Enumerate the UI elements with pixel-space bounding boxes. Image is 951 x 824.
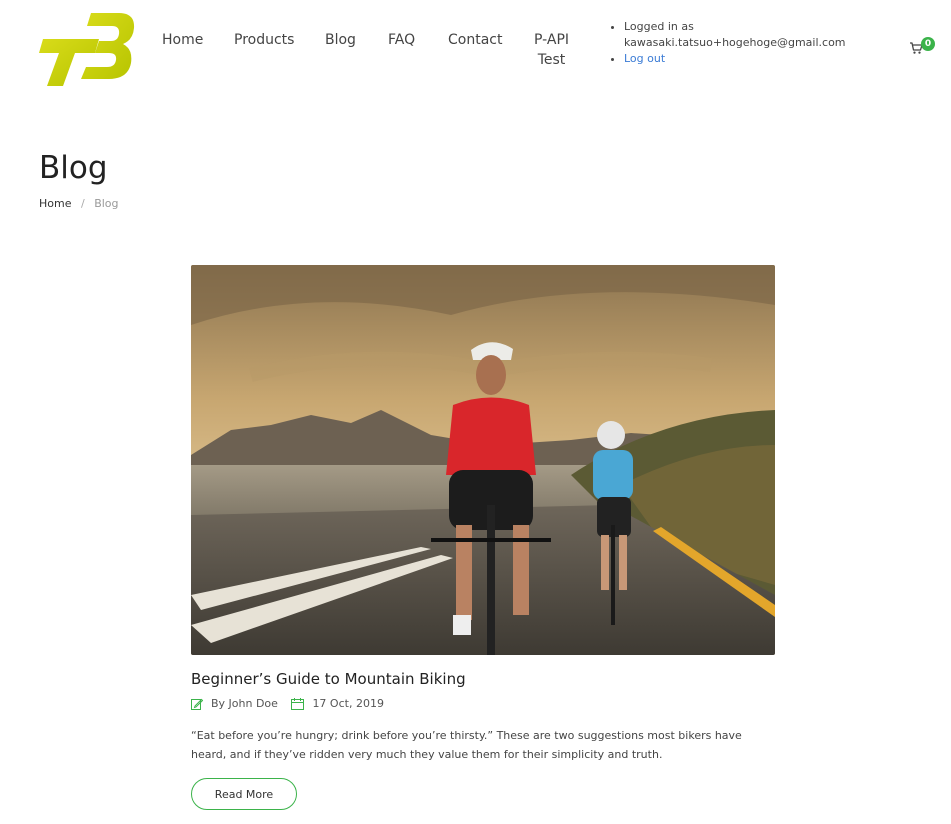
nav-faq[interactable]: FAQ xyxy=(388,31,415,49)
post-author-text: By John Doe xyxy=(211,697,278,710)
site-logo[interactable] xyxy=(39,13,135,86)
post-date: 17 Oct, 2019 xyxy=(291,697,384,710)
post-featured-image[interactable] xyxy=(191,265,775,655)
nav-contact[interactable]: Contact xyxy=(448,31,502,49)
post-date-text: 17 Oct, 2019 xyxy=(312,697,384,710)
nav-products[interactable]: Products xyxy=(234,31,294,49)
logout-link[interactable]: Log out xyxy=(624,52,665,65)
post-author: By John Doe xyxy=(191,697,278,710)
nav-home[interactable]: Home xyxy=(162,31,203,49)
breadcrumb-separator: / xyxy=(80,197,85,210)
breadcrumb-current: Blog xyxy=(94,197,119,210)
user-status-list: Logged in as kawasaki.tatsuo+hogehoge@gm… xyxy=(606,19,846,67)
logged-in-item: Logged in as kawasaki.tatsuo+hogehoge@gm… xyxy=(624,19,846,51)
edit-icon xyxy=(191,698,203,710)
nav-blog[interactable]: Blog xyxy=(325,31,356,49)
logout-item: Log out xyxy=(624,51,846,67)
page-title: Blog xyxy=(39,150,108,186)
cart-count-badge: 0 xyxy=(921,37,935,51)
breadcrumb: Home / Blog xyxy=(39,197,119,210)
post-excerpt: “Eat before you’re hungry; drink before … xyxy=(191,729,742,761)
nav-p-api-test-line2: Test xyxy=(537,52,566,68)
post-title-text: Beginner’s Guide to Mountain Biking xyxy=(191,670,466,688)
nav-p-api-test-line1: P-API xyxy=(534,32,570,48)
read-more-button[interactable]: Read More xyxy=(191,778,297,810)
user-email: kawasaki.tatsuo+hogehoge@gmail.com xyxy=(624,36,846,49)
breadcrumb-home[interactable]: Home xyxy=(39,197,71,210)
logged-in-label: Logged in as xyxy=(624,20,694,33)
nav-p-api-test[interactable]: P-API Test xyxy=(534,30,569,70)
post-title[interactable]: Beginner’s Guide to Mountain Biking xyxy=(191,670,466,688)
post-meta: By John Doe 17 Oct, 2019 xyxy=(191,697,394,713)
calendar-icon xyxy=(291,697,305,710)
